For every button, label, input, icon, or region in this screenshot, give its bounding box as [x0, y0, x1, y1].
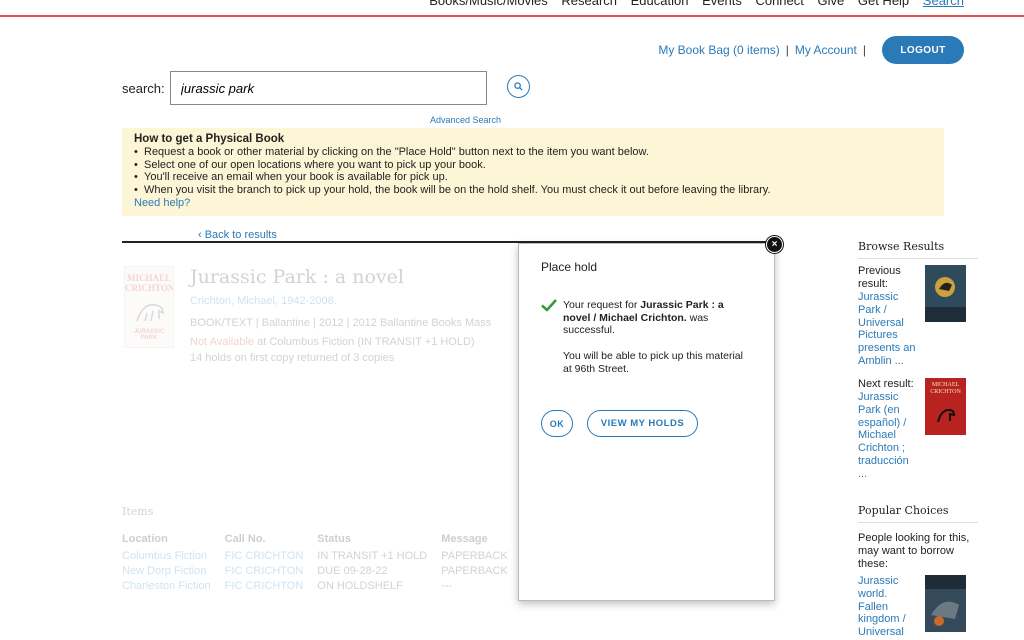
- popular-choices-panel: Popular Choices People looking for this,…: [858, 504, 978, 571]
- column-header: Status: [317, 533, 351, 545]
- column-header: Location: [122, 533, 168, 545]
- record-title[interactable]: Jurassic Park : a novel: [190, 266, 404, 288]
- nav-connect[interactable]: Connect: [755, 0, 803, 8]
- separator: |: [862, 43, 866, 57]
- place-hold-dialog: Place hold Your request for Jurassic Par…: [518, 243, 775, 601]
- nav-books-music-movies[interactable]: Books/Music/Movies: [429, 0, 547, 8]
- cover-author: MICHAEL CRICHTON: [125, 273, 174, 293]
- item-status: ON HOLDSHELF: [317, 580, 403, 592]
- book-cover: MICHAEL CRICHTON JURASSIC PARK: [124, 266, 174, 348]
- view-my-holds-button[interactable]: VIEW MY HOLDS: [587, 410, 698, 437]
- top-nav-links: Books/Music/Movies Research Education Ev…: [419, 0, 964, 8]
- pickup-message: You will be able to pick up this materia…: [563, 350, 743, 375]
- dialog-title: Place hold: [541, 260, 598, 274]
- browse-results-heading: Browse Results: [858, 240, 978, 259]
- record-author-link[interactable]: Crichton, Michael, 1942-2008.: [190, 295, 337, 307]
- notice-heading: How to get a Physical Book: [134, 133, 285, 145]
- previous-result-label: Previous result:: [858, 265, 901, 290]
- search-input[interactable]: [170, 71, 487, 105]
- previous-result: Previous result: Jurassic Park / Univers…: [858, 265, 918, 368]
- availability-location: at Columbus Fiction (IN TRANSIT +1 HOLD): [254, 336, 475, 348]
- close-dialog-button[interactable]: ×: [766, 236, 783, 253]
- popular-item: Jurassic world. Fallen kingdom / Univers…: [858, 575, 918, 639]
- nav-search[interactable]: Search: [923, 0, 964, 8]
- close-icon: ×: [771, 239, 778, 250]
- item-callno-link[interactable]: FIC CRICHTON: [225, 579, 318, 594]
- item-location-link[interactable]: Columbus Fiction: [122, 549, 225, 564]
- search-button[interactable]: [507, 75, 530, 98]
- nav-research[interactable]: Research: [561, 0, 617, 8]
- availability-status: Not Available: [190, 336, 255, 348]
- nav-give[interactable]: Give: [818, 0, 845, 8]
- previous-result-thumbnail[interactable]: [925, 265, 966, 322]
- item-message: PAPERBACK: [441, 565, 508, 577]
- cover-title: JURASSIC PARK: [133, 329, 165, 341]
- top-nav: Books/Music/Movies Research Education Ev…: [0, 0, 1024, 17]
- back-to-results-link[interactable]: ‹ Back to results: [198, 229, 277, 241]
- account-bar: My Book Bag (0 items) | My Account | LOG…: [658, 36, 964, 64]
- search-icon: [514, 82, 523, 91]
- popular-choices-heading: Popular Choices: [858, 504, 978, 523]
- ok-button[interactable]: OK: [541, 410, 573, 437]
- next-result-thumbnail[interactable]: MICHAEL CRICHTON: [925, 378, 966, 435]
- notice-bullet: Select one of our open locations where y…: [134, 159, 932, 172]
- item-location-link[interactable]: Charleston Fiction: [122, 579, 225, 594]
- browse-results-panel: Browse Results: [858, 240, 978, 259]
- my-account-link[interactable]: My Account: [795, 43, 857, 57]
- table-row: Charleston Fiction FIC CRICHTON ON HOLDS…: [122, 579, 522, 594]
- notice-bullet: You'll receive an email when your book i…: [134, 171, 932, 184]
- nav-events[interactable]: Events: [702, 0, 742, 8]
- previous-result-link[interactable]: Jurassic Park / Universal Pictures prese…: [858, 291, 918, 368]
- item-status: IN TRANSIT +1 HOLD: [317, 550, 428, 562]
- my-book-bag-link[interactable]: My Book Bag (0 items): [658, 43, 779, 57]
- notice-bullet: Request a book or other material by clic…: [134, 146, 932, 159]
- search-label: search:: [122, 81, 165, 96]
- next-result-link[interactable]: Jurassic Park (en español) / Michael Cri…: [858, 391, 920, 481]
- notice-bullet: When you visit the branch to pick up you…: [134, 184, 932, 197]
- movie-poster-icon: [925, 575, 966, 632]
- dinosaur-skeleton-icon: [136, 304, 164, 322]
- item-status: DUE 09-28-22: [317, 565, 388, 577]
- items-heading: Items: [122, 505, 154, 518]
- popular-item-thumbnail[interactable]: [925, 575, 966, 632]
- column-header: Message: [441, 533, 488, 545]
- item-callno-link[interactable]: FIC CRICHTON: [225, 549, 318, 564]
- dinosaur-icon: [937, 408, 956, 423]
- nav-get-help[interactable]: Get Help: [858, 0, 909, 8]
- column-header: Call No.: [224, 533, 266, 545]
- success-check-icon: [541, 299, 557, 312]
- item-location-link[interactable]: New Dorp Fiction: [122, 564, 225, 579]
- separator: |: [785, 43, 789, 57]
- nav-education[interactable]: Education: [631, 0, 689, 8]
- logout-button[interactable]: LOGOUT: [882, 36, 964, 64]
- record-format: BOOK/TEXT | Ballantine | 2012 | 2012 Bal…: [190, 317, 492, 329]
- record-availability: Not Available at Columbus Fiction (IN TR…: [190, 336, 475, 348]
- next-result: Next result: Jurassic Park (en español) …: [858, 378, 920, 481]
- record-holds: 14 holds on first copy returned of 3 cop…: [190, 352, 395, 364]
- table-row: Columbus Fiction FIC CRICHTON IN TRANSIT…: [122, 549, 522, 564]
- success-message: Your request for Jurassic Park : a novel…: [563, 299, 753, 337]
- nav-search-label: Search: [922, 0, 964, 8]
- popular-label: People looking for this, may want to bor…: [858, 532, 970, 570]
- item-callno-link[interactable]: FIC CRICHTON: [225, 564, 318, 579]
- table-row: New Dorp Fiction FIC CRICHTON DUE 09-28-…: [122, 564, 522, 579]
- next-result-label: Next result:: [858, 378, 914, 390]
- item-message: PAPERBACK: [441, 550, 508, 562]
- msg-prefix: Your request for: [563, 299, 641, 311]
- need-help-link[interactable]: Need help?: [134, 197, 932, 210]
- advanced-search-link[interactable]: Advanced Search: [430, 115, 501, 125]
- item-message: ---: [441, 580, 453, 592]
- items-table: Location Call No. Status Message Columbu…: [122, 533, 522, 594]
- how-to-get-book-notice: How to get a Physical Book Request a boo…: [122, 128, 944, 216]
- popular-item-link[interactable]: Jurassic world. Fallen kingdom / Univers…: [858, 575, 918, 639]
- movie-poster-icon: [925, 265, 966, 322]
- next-thumb-text: MICHAEL CRICHTON: [930, 382, 961, 395]
